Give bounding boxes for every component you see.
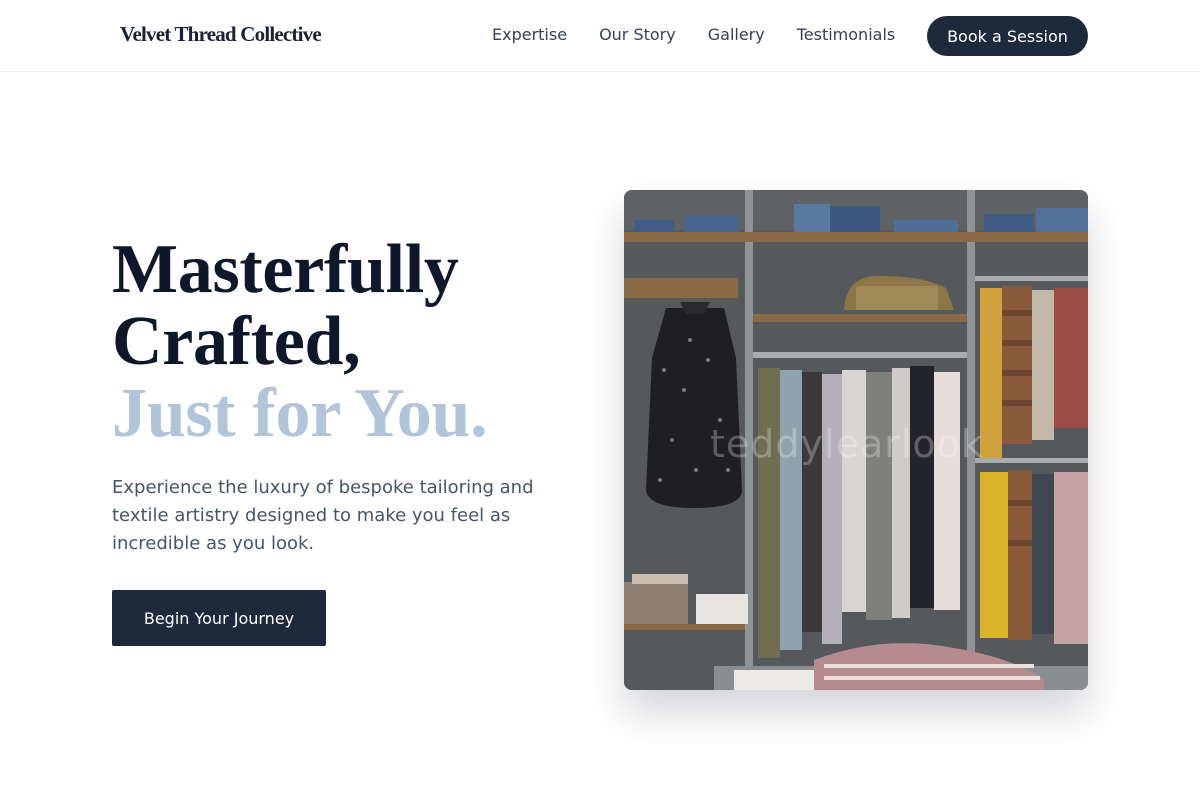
begin-journey-button[interactable]: Begin Your Journey: [112, 590, 326, 646]
brand-logo[interactable]: Velvet Thread Collective: [120, 22, 322, 47]
nav-link-gallery[interactable]: Gallery: [708, 25, 765, 45]
headline-accent: Just for You.: [112, 375, 488, 452]
top-navigation: Velvet Thread Collective Expertise Our S…: [0, 0, 1200, 72]
hero-image: teddylearlook: [624, 190, 1088, 690]
nav-link-our-story[interactable]: Our Story: [599, 25, 676, 45]
book-session-button[interactable]: Book a Session: [927, 16, 1088, 56]
image-watermark: teddylearlook: [710, 422, 984, 466]
hero-description: Experience the luxury of bespoke tailori…: [112, 477, 534, 554]
nav-links: Expertise Our Story Gallery Testimonials: [492, 25, 895, 45]
headline-line-2: Crafted,: [112, 303, 361, 380]
nav-link-expertise[interactable]: Expertise: [492, 25, 567, 45]
headline-line-1: Masterfully: [112, 231, 459, 308]
hero-headline: Masterfully Crafted, Just for You.: [112, 231, 488, 452]
nav-link-testimonials[interactable]: Testimonials: [797, 25, 896, 45]
